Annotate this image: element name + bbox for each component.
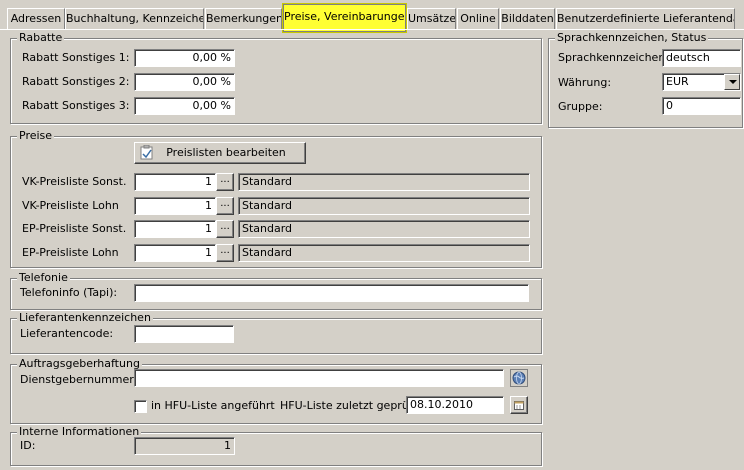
hfu-geprueft-date-input[interactable]: 08.10.2010	[406, 396, 504, 414]
group-sprachkennzeichen-title: Sprachkennzeichen, Status	[555, 31, 709, 45]
group-rabatte-title: Rabatte	[17, 31, 65, 45]
edit-list-icon	[140, 144, 154, 167]
sprachkennzeichen-input[interactable]: deutsch	[662, 49, 741, 67]
ep-lohn-label: EP-Preisliste Lohn	[22, 246, 119, 259]
telefoninfo-input[interactable]	[134, 284, 529, 302]
vk-lohn-label: VK-Preisliste Lohn	[22, 199, 119, 212]
group-preise-title: Preise	[17, 129, 55, 143]
hfu-liste-checkbox-label: in HFU-Liste angeführt	[151, 399, 275, 412]
vk-lohn-name: Standard	[238, 197, 530, 215]
preislisten-bearbeiten-label: Preislisten bearbeiten	[166, 146, 286, 159]
ep-sonst-name: Standard	[238, 220, 530, 238]
ep-lohn-browse-button[interactable]: ...	[216, 244, 234, 262]
gruppe-input[interactable]: 0	[662, 97, 741, 115]
group-telefonie-title: Telefonie	[17, 271, 70, 285]
sprachkennzeichen-label: Sprachkennzeichen:	[558, 51, 669, 64]
telefoninfo-label: Telefoninfo (Tapi):	[20, 286, 118, 299]
group-interne-informationen-title: Interne Informationen	[17, 425, 142, 439]
lieferantencode-label: Lieferantencode:	[20, 327, 114, 340]
rabatt-2-label: Rabatt Sonstiges 2:	[22, 75, 130, 88]
preislisten-bearbeiten-button[interactable]: Preislisten bearbeiten	[134, 142, 306, 164]
ep-lohn-input[interactable]: 1	[134, 244, 216, 262]
tab-adressen[interactable]: Adressen	[7, 8, 65, 29]
calendar-icon	[514, 400, 524, 413]
id-label: ID:	[20, 439, 36, 452]
ep-sonst-input[interactable]: 1	[134, 220, 216, 238]
vk-lohn-browse-button[interactable]: ...	[216, 197, 234, 215]
gruppe-label: Gruppe:	[558, 100, 603, 113]
tab-bilddaten[interactable]: Bilddaten	[500, 8, 555, 29]
group-interne-informationen: Interne Informationen	[10, 425, 542, 466]
tab-preise-vereinbarungen[interactable]: Preise, Vereinbarungen	[283, 4, 406, 32]
vk-sonst-input[interactable]: 1	[134, 173, 216, 191]
rabatt-1-input[interactable]: 0,00 %	[134, 49, 235, 67]
waehrung-label: Währung:	[558, 76, 612, 89]
vk-sonst-label: VK-Preisliste Sonst.	[22, 175, 127, 188]
ep-sonst-label: EP-Preisliste Sonst.	[22, 222, 127, 235]
dienstgebernummer-input[interactable]	[134, 369, 504, 387]
rabatt-1-label: Rabatt Sonstiges 1:	[22, 51, 130, 64]
tab-buchhaltung[interactable]: Buchhaltung, Kennzeichen	[65, 8, 204, 29]
globe-icon[interactable]	[510, 369, 528, 387]
tab-divider	[0, 29, 744, 30]
tab-bar: Adressen Buchhaltung, Kennzeichen Bemerk…	[0, 0, 744, 32]
rabatt-3-input[interactable]: 0,00 %	[134, 97, 235, 115]
vk-sonst-name: Standard	[238, 173, 530, 191]
waehrung-dropdown-button[interactable]	[724, 74, 740, 90]
calendar-button[interactable]	[510, 396, 528, 414]
id-input: 1	[134, 437, 235, 455]
ep-lohn-name: Standard	[238, 244, 530, 262]
hfu-liste-checkbox[interactable]	[134, 400, 147, 413]
rabatt-2-input[interactable]: 0,00 %	[134, 73, 235, 91]
group-lieferantenkennzeichen-title: Lieferantenkennzeichen	[17, 311, 153, 325]
ep-sonst-browse-button[interactable]: ...	[216, 220, 234, 238]
vk-sonst-browse-button[interactable]: ...	[216, 173, 234, 191]
tab-online[interactable]: Online	[457, 8, 499, 29]
tab-benutzerdefinierte-lieferantendaten[interactable]: Benutzerdefinierte Lieferantendaten	[556, 8, 735, 29]
rabatt-3-label: Rabatt Sonstiges 3:	[22, 99, 130, 112]
hfu-geprueft-label: HFU-Liste zuletzt geprüft:	[280, 399, 421, 412]
vk-lohn-input[interactable]: 1	[134, 197, 216, 215]
lieferantencode-input[interactable]	[134, 325, 234, 343]
chevron-down-icon	[729, 80, 737, 84]
dienstgebernummer-label: Dienstgebernummer:	[20, 373, 138, 386]
tab-bemerkungen[interactable]: Bemerkungen	[205, 8, 282, 29]
tab-umsaetze[interactable]: Umsätze	[407, 8, 456, 29]
waehrung-value: EUR	[666, 75, 689, 88]
group-auftragsgeberhaftung-title: Auftragsgeberhaftung	[17, 357, 142, 371]
